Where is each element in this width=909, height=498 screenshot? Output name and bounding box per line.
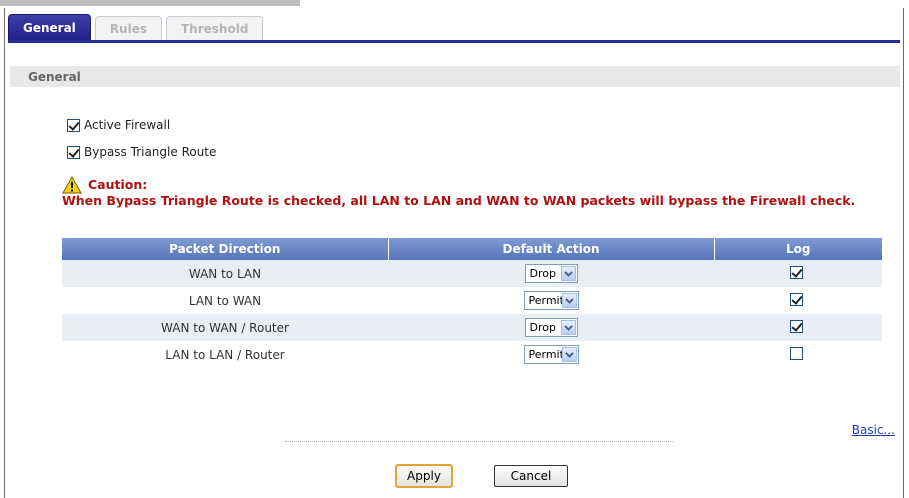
header-default-action: Default Action	[388, 238, 715, 260]
active-firewall-checkbox[interactable]	[67, 118, 80, 132]
chevron-down-icon[interactable]	[560, 266, 576, 281]
table-row: LAN to WAN Permit	[62, 287, 882, 314]
tab-rules[interactable]: Rules	[94, 16, 162, 41]
log-checkbox[interactable]	[789, 346, 803, 360]
cancel-button[interactable]: Cancel	[494, 465, 568, 487]
tab-bar: General Rules Threshold	[8, 14, 267, 41]
log-cell	[714, 341, 882, 368]
log-cell	[714, 314, 882, 341]
direction-cell: LAN to WAN	[188, 293, 262, 308]
bypass-triangle-checkbox[interactable]	[67, 145, 80, 159]
firewall-rules-table: Packet Direction Default Action Log WAN …	[62, 238, 882, 368]
section-header: General	[10, 66, 900, 87]
top-strip	[0, 0, 909, 8]
tab-general[interactable]: General	[8, 14, 91, 41]
default-action-select[interactable]: Permit	[523, 291, 579, 310]
header-log: Log	[714, 238, 882, 260]
direction-cell: WAN to WAN / Router	[62, 314, 388, 341]
divider	[285, 441, 673, 442]
active-firewall-label: Active Firewall	[84, 118, 171, 132]
action-cell: Permit	[388, 287, 714, 314]
direction-cell: WAN to LAN	[62, 260, 388, 287]
caution-heading: Caution:	[62, 175, 892, 194]
header-packet-direction: Packet Direction	[62, 238, 389, 260]
tab-underline	[8, 40, 900, 43]
chevron-down-icon[interactable]	[560, 320, 576, 335]
log-checkbox[interactable]	[789, 319, 803, 333]
warning-icon	[62, 175, 82, 194]
basic-link[interactable]: Basic...	[852, 423, 895, 437]
default-action-select[interactable]: Drop	[524, 318, 578, 337]
select-value: Drop	[529, 267, 556, 280]
tab-threshold[interactable]: Threshold	[166, 16, 264, 41]
active-firewall-option[interactable]: Active Firewall	[67, 118, 170, 132]
default-action-select[interactable]: Drop	[524, 264, 578, 283]
bypass-triangle-label: Bypass Triangle Route	[84, 145, 217, 159]
chevron-down-icon[interactable]	[561, 293, 577, 308]
log-cell	[714, 260, 882, 287]
direction-cell: LAN to LAN / Router	[165, 347, 285, 362]
table-header-row: Packet Direction Default Action Log	[62, 238, 882, 260]
chevron-down-icon[interactable]	[561, 347, 577, 362]
log-checkbox[interactable]	[789, 292, 803, 306]
table-row: LAN to LAN / Router Permit	[62, 341, 882, 368]
log-checkbox[interactable]	[789, 265, 803, 279]
caution-title: Caution:	[88, 177, 148, 192]
bypass-triangle-option[interactable]: Bypass Triangle Route	[67, 145, 216, 159]
select-value: Permit	[528, 294, 564, 307]
select-value: Permit	[528, 348, 564, 361]
table-row: WAN to LAN Drop	[62, 260, 882, 287]
action-cell: Drop	[388, 260, 714, 287]
top-strip-cap	[0, 0, 300, 6]
default-action-select[interactable]: Permit	[523, 345, 579, 364]
select-value: Drop	[529, 321, 556, 334]
log-cell	[714, 287, 882, 314]
action-cell: Permit	[388, 341, 714, 368]
apply-button[interactable]: Apply	[395, 464, 453, 488]
table-row: WAN to WAN / Router Drop	[62, 314, 882, 341]
action-cell: Drop	[388, 314, 714, 341]
caution-text: When Bypass Triangle Route is checked, a…	[62, 193, 856, 208]
caution-block: Caution: When Bypass Triangle Route is c…	[62, 175, 892, 208]
